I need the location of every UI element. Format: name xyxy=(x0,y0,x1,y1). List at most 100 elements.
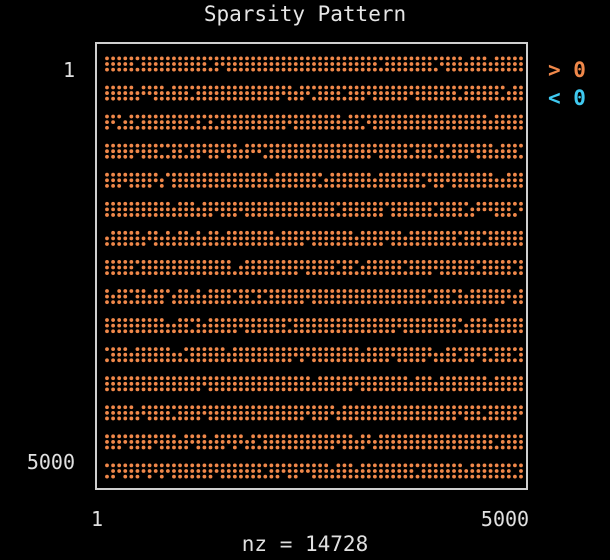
nonzero-entry-dot xyxy=(354,56,359,61)
nonzero-entry-dot xyxy=(202,183,207,188)
nonzero-entry-dot xyxy=(232,463,237,468)
nonzero-entry-dot xyxy=(506,416,511,421)
nonzero-entry-dot xyxy=(257,172,262,177)
nonzero-entry-dot xyxy=(348,405,353,410)
nonzero-entry-dot xyxy=(153,230,158,235)
nonzero-entry-dot xyxy=(476,469,481,473)
nonzero-entry-dot xyxy=(458,300,463,305)
chart-title: Sparsity Pattern xyxy=(203,2,407,26)
nonzero-entry-dot xyxy=(226,178,231,183)
nonzero-entry-dot xyxy=(513,440,517,444)
nonzero-entry-dot xyxy=(433,445,438,450)
nonzero-entry-dot xyxy=(476,300,481,305)
nonzero-entry-dot xyxy=(135,183,140,188)
nonzero-entry-dot xyxy=(269,183,274,188)
nonzero-entry-dot xyxy=(275,213,280,217)
nonzero-entry-dot xyxy=(117,387,122,392)
nonzero-entry-dot xyxy=(342,120,347,125)
nonzero-entry-dot xyxy=(312,358,316,363)
nonzero-entry-dot xyxy=(488,230,493,235)
nonzero-entry-dot xyxy=(275,178,280,183)
nonzero-entry-dot xyxy=(257,381,262,386)
nonzero-entry-dot xyxy=(165,265,170,270)
nonzero-entry-dot xyxy=(500,260,505,264)
nonzero-entry-dot xyxy=(178,469,182,473)
nonzero-entry-dot xyxy=(105,300,109,305)
nonzero-entry-dot xyxy=(519,440,523,444)
nonzero-entry-dot xyxy=(129,154,134,159)
nonzero-entry-dot xyxy=(214,260,219,264)
nonzero-entry-dot xyxy=(111,178,115,183)
nonzero-entry-dot xyxy=(306,236,310,241)
nonzero-entry-dot xyxy=(165,323,170,328)
nonzero-entry-dot xyxy=(208,183,213,188)
nonzero-entry-dot xyxy=(464,154,469,159)
nonzero-entry-dot xyxy=(226,143,231,148)
nonzero-entry-dot xyxy=(415,207,420,212)
nonzero-entry-dot xyxy=(105,207,109,212)
nonzero-entry-dot xyxy=(226,91,231,95)
nonzero-entry-dot xyxy=(409,85,414,90)
nonzero-entry-dot xyxy=(269,434,274,439)
nonzero-entry-dot xyxy=(172,271,176,275)
nonzero-entry-dot xyxy=(415,96,420,101)
nonzero-entry-dot xyxy=(178,143,182,148)
nonzero-entry-dot xyxy=(500,376,505,381)
nonzero-entry-dot xyxy=(342,347,347,352)
nonzero-entry-dot xyxy=(263,120,268,125)
nonzero-entry-dot xyxy=(433,154,438,159)
nonzero-entry-dot xyxy=(208,201,213,206)
nonzero-entry-dot xyxy=(366,416,371,421)
nonzero-entry-dot xyxy=(433,469,438,473)
nonzero-entry-dot xyxy=(446,85,450,90)
nonzero-entry-dot xyxy=(129,201,134,206)
nonzero-entry-dot xyxy=(415,318,420,322)
nonzero-entry-dot xyxy=(482,183,487,188)
nonzero-entry-dot xyxy=(196,358,201,363)
nonzero-entry-dot xyxy=(312,85,316,90)
nonzero-entry-dot xyxy=(159,178,164,183)
nonzero-entry-dot xyxy=(147,201,152,206)
nonzero-entry-dot xyxy=(214,91,219,95)
nonzero-entry-dot xyxy=(506,230,511,235)
nonzero-entry-dot xyxy=(403,416,408,421)
nonzero-entry-dot xyxy=(214,236,219,241)
nonzero-entry-dot xyxy=(397,323,402,328)
nonzero-entry-dot xyxy=(324,463,329,468)
nonzero-entry-dot xyxy=(239,265,243,270)
nonzero-entry-dot xyxy=(318,347,322,352)
nonzero-entry-dot xyxy=(506,318,511,322)
nonzero-entry-dot xyxy=(385,114,389,119)
nonzero-entry-dot xyxy=(281,440,286,444)
nonzero-entry-dot xyxy=(129,410,134,415)
nonzero-entry-dot xyxy=(482,265,487,270)
nonzero-entry-dot xyxy=(178,440,182,444)
nonzero-entry-dot xyxy=(397,242,402,246)
nonzero-entry-dot xyxy=(360,387,365,392)
nonzero-entry-dot xyxy=(506,125,511,130)
nonzero-entry-dot xyxy=(220,445,225,450)
nonzero-entry-dot xyxy=(293,91,298,95)
nonzero-entry-dot xyxy=(220,213,225,217)
nonzero-entry-dot xyxy=(519,265,523,270)
nonzero-entry-dot xyxy=(379,318,383,322)
nonzero-entry-dot xyxy=(342,474,347,479)
nonzero-entry-dot xyxy=(446,323,450,328)
nonzero-entry-dot xyxy=(318,172,322,177)
nonzero-entry-dot xyxy=(299,201,304,206)
nonzero-entry-dot xyxy=(312,410,316,415)
nonzero-entry-dot xyxy=(159,318,164,322)
nonzero-entry-dot xyxy=(129,289,134,293)
nonzero-entry-dot xyxy=(178,260,182,264)
nonzero-entry-dot xyxy=(360,358,365,363)
nonzero-entry-dot xyxy=(172,149,176,154)
nonzero-entry-dot xyxy=(488,62,493,66)
nonzero-entry-dot xyxy=(330,271,335,275)
nonzero-entry-dot xyxy=(275,387,280,392)
nonzero-entry-dot xyxy=(415,242,420,246)
nonzero-entry-dot xyxy=(263,260,268,264)
nonzero-entry-dot xyxy=(220,114,225,119)
nonzero-entry-dot xyxy=(318,387,322,392)
nonzero-entry-dot xyxy=(372,143,377,148)
nonzero-entry-dot xyxy=(147,410,152,415)
